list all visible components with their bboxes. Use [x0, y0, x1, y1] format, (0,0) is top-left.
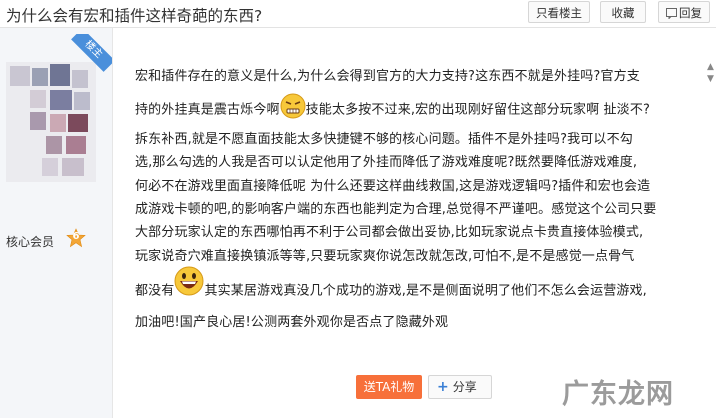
plus-icon: + — [437, 379, 449, 395]
post-line: 都没有 其实某居游戏真没几个成功的游戏,是不是侧面说明了他们不怎么会运营游戏, — [135, 266, 697, 310]
member-level-label: 核心会员 — [6, 235, 55, 249]
post-line: 大部分玩家认定的东西哪怕再不利于公司都会做出妥协,比如玩家说点卡贵直接体验模式, — [135, 225, 644, 241]
post-line: 玩家说奇穴难直接换镇派等等,只要玩家爽你说怎改就怎改,可怕不,是不是感觉一点骨气 — [135, 248, 635, 264]
side-scroll-arrows[interactable]: ▲ ▼ — [707, 62, 716, 92]
post-content: 宏和插件存在的意义是什么,为什么会得到官方的大力支持?这东西不就是外挂吗?官方支… — [135, 65, 697, 334]
level-badge: 6 — [66, 228, 86, 248]
reply-button[interactable]: 回复 — [658, 1, 710, 23]
only-louzhu-button[interactable]: 只看楼主 — [528, 1, 590, 23]
share-label: 分享 — [452, 380, 477, 394]
thread-title: 为什么会有宏和插件这样奇葩的东西? — [6, 7, 263, 25]
post-line: 拆东补西,就是不愿直面技能太多快捷键不够的核心问题。插件不是外挂吗?我可以不勾 — [135, 131, 633, 147]
level-number: 6 — [72, 231, 80, 242]
post-line: 加油吧!国产良心居!公测两套外观你是否点了隐藏外观 — [135, 314, 449, 330]
post-line: 何必不在游戏里面直接降低呢 为什么还要这样曲线救国,这是游戏逻辑吗?插件和宏也会… — [135, 178, 651, 194]
send-gift-button[interactable]: 送TA礼物 — [356, 375, 422, 399]
grinning-face-icon — [174, 266, 204, 304]
thread-header: 为什么会有宏和插件这样奇葩的东西? 只看楼主 收藏 回复 — [0, 0, 716, 28]
scroll-down-icon[interactable]: ▼ — [707, 74, 716, 84]
louzhu-ribbon: 楼主 — [62, 34, 112, 84]
angry-face-icon — [280, 93, 306, 127]
author-sidebar: 楼主 核心会员 6 — [0, 28, 113, 418]
scroll-up-icon[interactable]: ▲ — [707, 62, 716, 72]
post-line: 成游戏卡顿的吧,的影响客户端的东西也能判定为合理,总觉得不严谨吧。感觉这个公司只… — [135, 202, 657, 218]
reply-icon — [666, 8, 677, 19]
post-line: 选,那么勾选的人我是否可以认定他用了外挂而降低了游戏难度呢?既然要降低游戏难度, — [135, 155, 638, 171]
collect-button[interactable]: 收藏 — [600, 1, 646, 23]
reply-label: 回复 — [679, 6, 702, 20]
watermark-logo: 广东龙网 — [562, 379, 674, 410]
post-line: 持的外挂真是震古烁今啊 技能太多按不过来,宏的出现刚好留住这部分玩家啊 扯淡不? — [135, 93, 697, 127]
post-line: 宏和插件存在的意义是什么,为什么会得到官方的大力支持?这东西不就是外挂吗?官方支 — [135, 69, 640, 84]
share-button[interactable]: + 分享 — [428, 375, 492, 399]
louzhu-badge: 楼主 — [71, 34, 112, 72]
